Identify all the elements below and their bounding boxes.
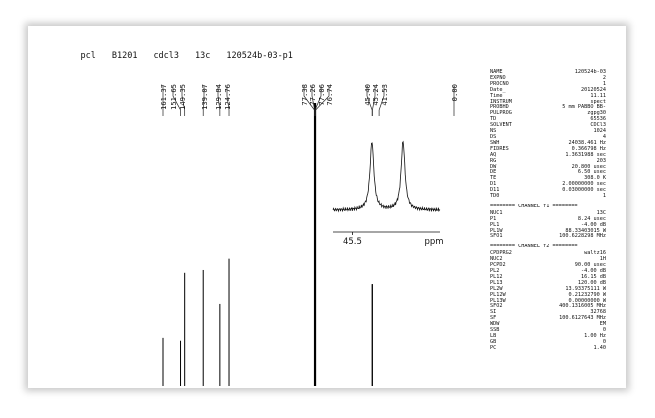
param-key: PC [490,344,497,351]
spectrum-page: pcl B1201 cdcl3 13c 120524b-03-p1 161.37 151.… [28,26,626,388]
param-value: 0.03000000 sec [562,187,606,194]
peak-label: 129.84 [214,84,223,110]
channel-f1-title: ======== CHANNEL f1 ======== [490,203,578,209]
param-row: PC 1.40 [490,344,607,352]
peak-label: 161.37 [159,84,168,110]
param-value: 100.6228298 MHz [559,233,606,240]
inset-trace [332,140,441,213]
peak-label: 77.26 [308,84,317,106]
peak-label: 76.74 [325,84,334,106]
param-key: SFO1 [490,233,503,240]
param-value: 120524b-03 [574,69,606,75]
channel-f1-block: NUC1 13C P1 8.24 usec PL1 -4.00 dB PL1W 88.3340… [490,210,606,241]
peak-label: 139.07 [200,84,209,110]
peak-label: 0.00 [450,84,459,101]
param-key: TD0 [490,193,500,200]
acquisition-block: NAME 120524b-03 EXPNO 2 PROCNO 1 Date_ 20120524… [490,69,606,200]
inset-tick-label: 45.5 [343,237,362,247]
inset-unit-label: ppm [424,237,443,247]
param-value: 1 [602,193,606,200]
param-row: TD0 1 [490,193,606,200]
peak-label: 45.24 [371,84,380,106]
param-row: SFO1 100.6228298 MHz [490,234,606,240]
param-value: 1.40 [593,344,607,351]
peak-label: 124.76 [223,84,232,110]
channel-f2-block: CPDPRG2 waltz16 NUC2 1H PCPD2 90.00 usec PL2 -4… [490,250,607,352]
peak-label: 41.53 [380,84,389,106]
acquisition-parameters: NAME 120524b-03 EXPNO 2 PROCNO 1 Date_ 20120524… [490,69,607,352]
